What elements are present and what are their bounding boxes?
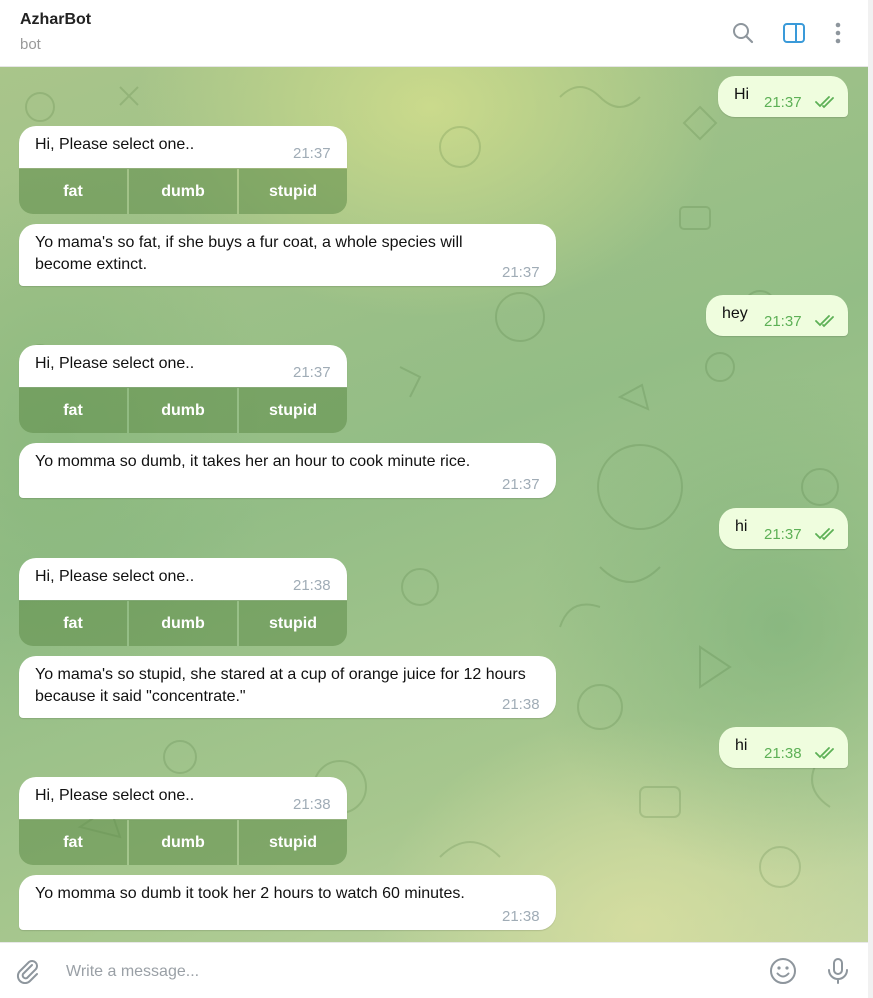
incoming-message[interactable]: Yo momma so dumb, it takes her an hour t… xyxy=(19,443,556,498)
outgoing-message[interactable]: hey 21:37 xyxy=(706,295,848,336)
incoming-message[interactable]: Hi, Please select one.. 21:38 xyxy=(19,777,347,819)
keyboard-button-dumb[interactable]: dumb xyxy=(129,601,237,646)
message-time: 21:37 xyxy=(502,476,540,493)
keyboard-button-stupid[interactable]: stupid xyxy=(239,601,347,646)
inline-keyboard: fat dumb stupid xyxy=(19,388,347,433)
message-time: 21:37 xyxy=(293,145,331,162)
incoming-message[interactable]: Yo momma so dumb it took her 2 hours to … xyxy=(19,875,556,930)
message-text: Hi, Please select one.. xyxy=(35,355,195,372)
window-edge xyxy=(868,0,873,998)
keyboard-button-fat[interactable]: fat xyxy=(19,601,127,646)
keyboard-button-fat[interactable]: fat xyxy=(19,820,127,865)
message-text: Yo mama's so stupid, she stared at a cup… xyxy=(35,666,526,705)
message-list[interactable]: Hi 21:37 Hi, Please select one.. 21:37 f… xyxy=(0,67,868,942)
inline-keyboard: fat dumb stupid xyxy=(19,820,347,865)
message-time: 21:37 xyxy=(764,94,802,111)
microphone-icon xyxy=(828,958,848,984)
keyboard-button-dumb[interactable]: dumb xyxy=(129,169,237,214)
message-time: 21:37 xyxy=(293,364,331,381)
more-vertical-icon xyxy=(835,22,841,44)
voice-button[interactable] xyxy=(822,955,854,987)
double-check-icon xyxy=(815,747,834,760)
message-input[interactable] xyxy=(64,957,728,987)
emoji-icon xyxy=(770,958,796,984)
inline-keyboard: fat dumb stupid xyxy=(19,601,347,646)
message-time: 21:37 xyxy=(764,313,802,330)
inline-keyboard: fat dumb stupid xyxy=(19,169,347,214)
message-text: Hi, Please select one.. xyxy=(35,136,195,153)
attach-button[interactable] xyxy=(12,955,44,987)
message-text: Hi, Please select one.. xyxy=(35,787,195,804)
keyboard-button-dumb[interactable]: dumb xyxy=(129,388,237,433)
message-time: 21:38 xyxy=(502,908,540,925)
message-time: 21:37 xyxy=(502,264,540,281)
attach-icon xyxy=(16,960,38,984)
message-time: 21:38 xyxy=(764,745,802,762)
message-text: hi xyxy=(735,737,748,754)
chat-status: bot xyxy=(20,36,41,53)
keyboard-button-dumb[interactable]: dumb xyxy=(129,820,237,865)
keyboard-button-stupid[interactable]: stupid xyxy=(239,820,347,865)
chat-header: AzharBot bot xyxy=(0,0,868,67)
message-time: 21:37 xyxy=(764,526,802,543)
outgoing-message[interactable]: Hi 21:37 xyxy=(718,76,848,117)
message-time: 21:38 xyxy=(293,796,331,813)
double-check-icon xyxy=(815,315,834,328)
sidebar-toggle-icon xyxy=(783,23,805,43)
search-icon xyxy=(733,23,754,44)
more-menu-button[interactable] xyxy=(825,20,851,46)
message-text: hey xyxy=(722,305,748,322)
keyboard-button-stupid[interactable]: stupid xyxy=(239,169,347,214)
incoming-message[interactable]: Hi, Please select one.. 21:37 xyxy=(19,126,347,168)
incoming-message[interactable]: Hi, Please select one.. 21:37 xyxy=(19,345,347,387)
keyboard-button-fat[interactable]: fat xyxy=(19,388,127,433)
sidebar-toggle-button[interactable] xyxy=(781,20,807,46)
search-button[interactable] xyxy=(730,20,756,46)
keyboard-button-stupid[interactable]: stupid xyxy=(239,388,347,433)
incoming-message[interactable]: Hi, Please select one.. 21:38 xyxy=(19,558,347,600)
message-composer xyxy=(0,942,868,998)
outgoing-message[interactable]: hi 21:38 xyxy=(719,727,848,768)
message-time: 21:38 xyxy=(293,577,331,594)
chat-title[interactable]: AzharBot xyxy=(20,11,91,29)
message-text: Hi xyxy=(734,86,750,103)
outgoing-message[interactable]: hi 21:37 xyxy=(719,508,848,549)
double-check-icon xyxy=(815,96,834,109)
emoji-button[interactable] xyxy=(767,955,799,987)
message-text: hi xyxy=(735,518,748,535)
message-text: Hi, Please select one.. xyxy=(35,568,195,585)
keyboard-button-fat[interactable]: fat xyxy=(19,169,127,214)
message-time: 21:38 xyxy=(502,696,540,713)
message-text: Yo momma so dumb, it takes her an hour t… xyxy=(35,453,471,470)
incoming-message[interactable]: Yo mama's so fat, if she buys a fur coat… xyxy=(19,224,556,286)
incoming-message[interactable]: Yo mama's so stupid, she stared at a cup… xyxy=(19,656,556,718)
double-check-icon xyxy=(815,528,834,541)
message-text: Yo mama's so fat, if she buys a fur coat… xyxy=(35,234,463,273)
message-text: Yo momma so dumb it took her 2 hours to … xyxy=(35,885,465,902)
